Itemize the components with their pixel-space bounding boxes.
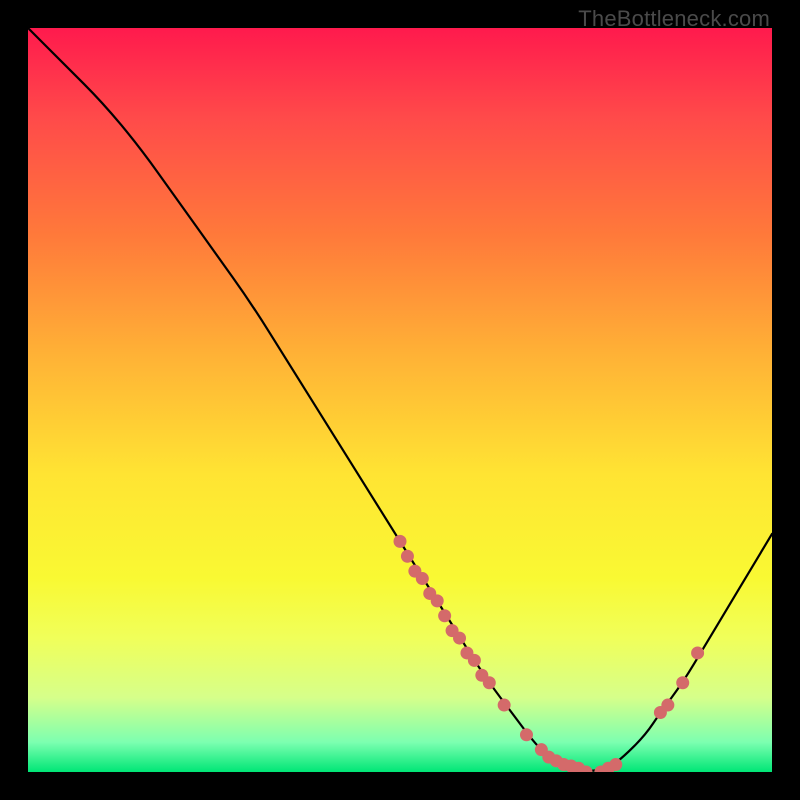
data-point	[416, 572, 429, 585]
data-point	[394, 535, 407, 548]
data-point	[609, 758, 622, 771]
data-point-markers	[394, 535, 705, 772]
data-point	[438, 609, 451, 622]
data-point	[468, 654, 481, 667]
data-point	[661, 699, 674, 712]
data-point	[401, 550, 414, 563]
data-point	[520, 728, 533, 741]
data-point	[676, 676, 689, 689]
data-point	[498, 699, 511, 712]
data-point	[691, 646, 704, 659]
bottleneck-plot-svg	[28, 28, 772, 772]
data-point	[483, 676, 496, 689]
data-point	[431, 594, 444, 607]
data-point	[453, 632, 466, 645]
chart-canvas	[28, 28, 772, 772]
bottleneck-curve-line	[28, 28, 772, 771]
